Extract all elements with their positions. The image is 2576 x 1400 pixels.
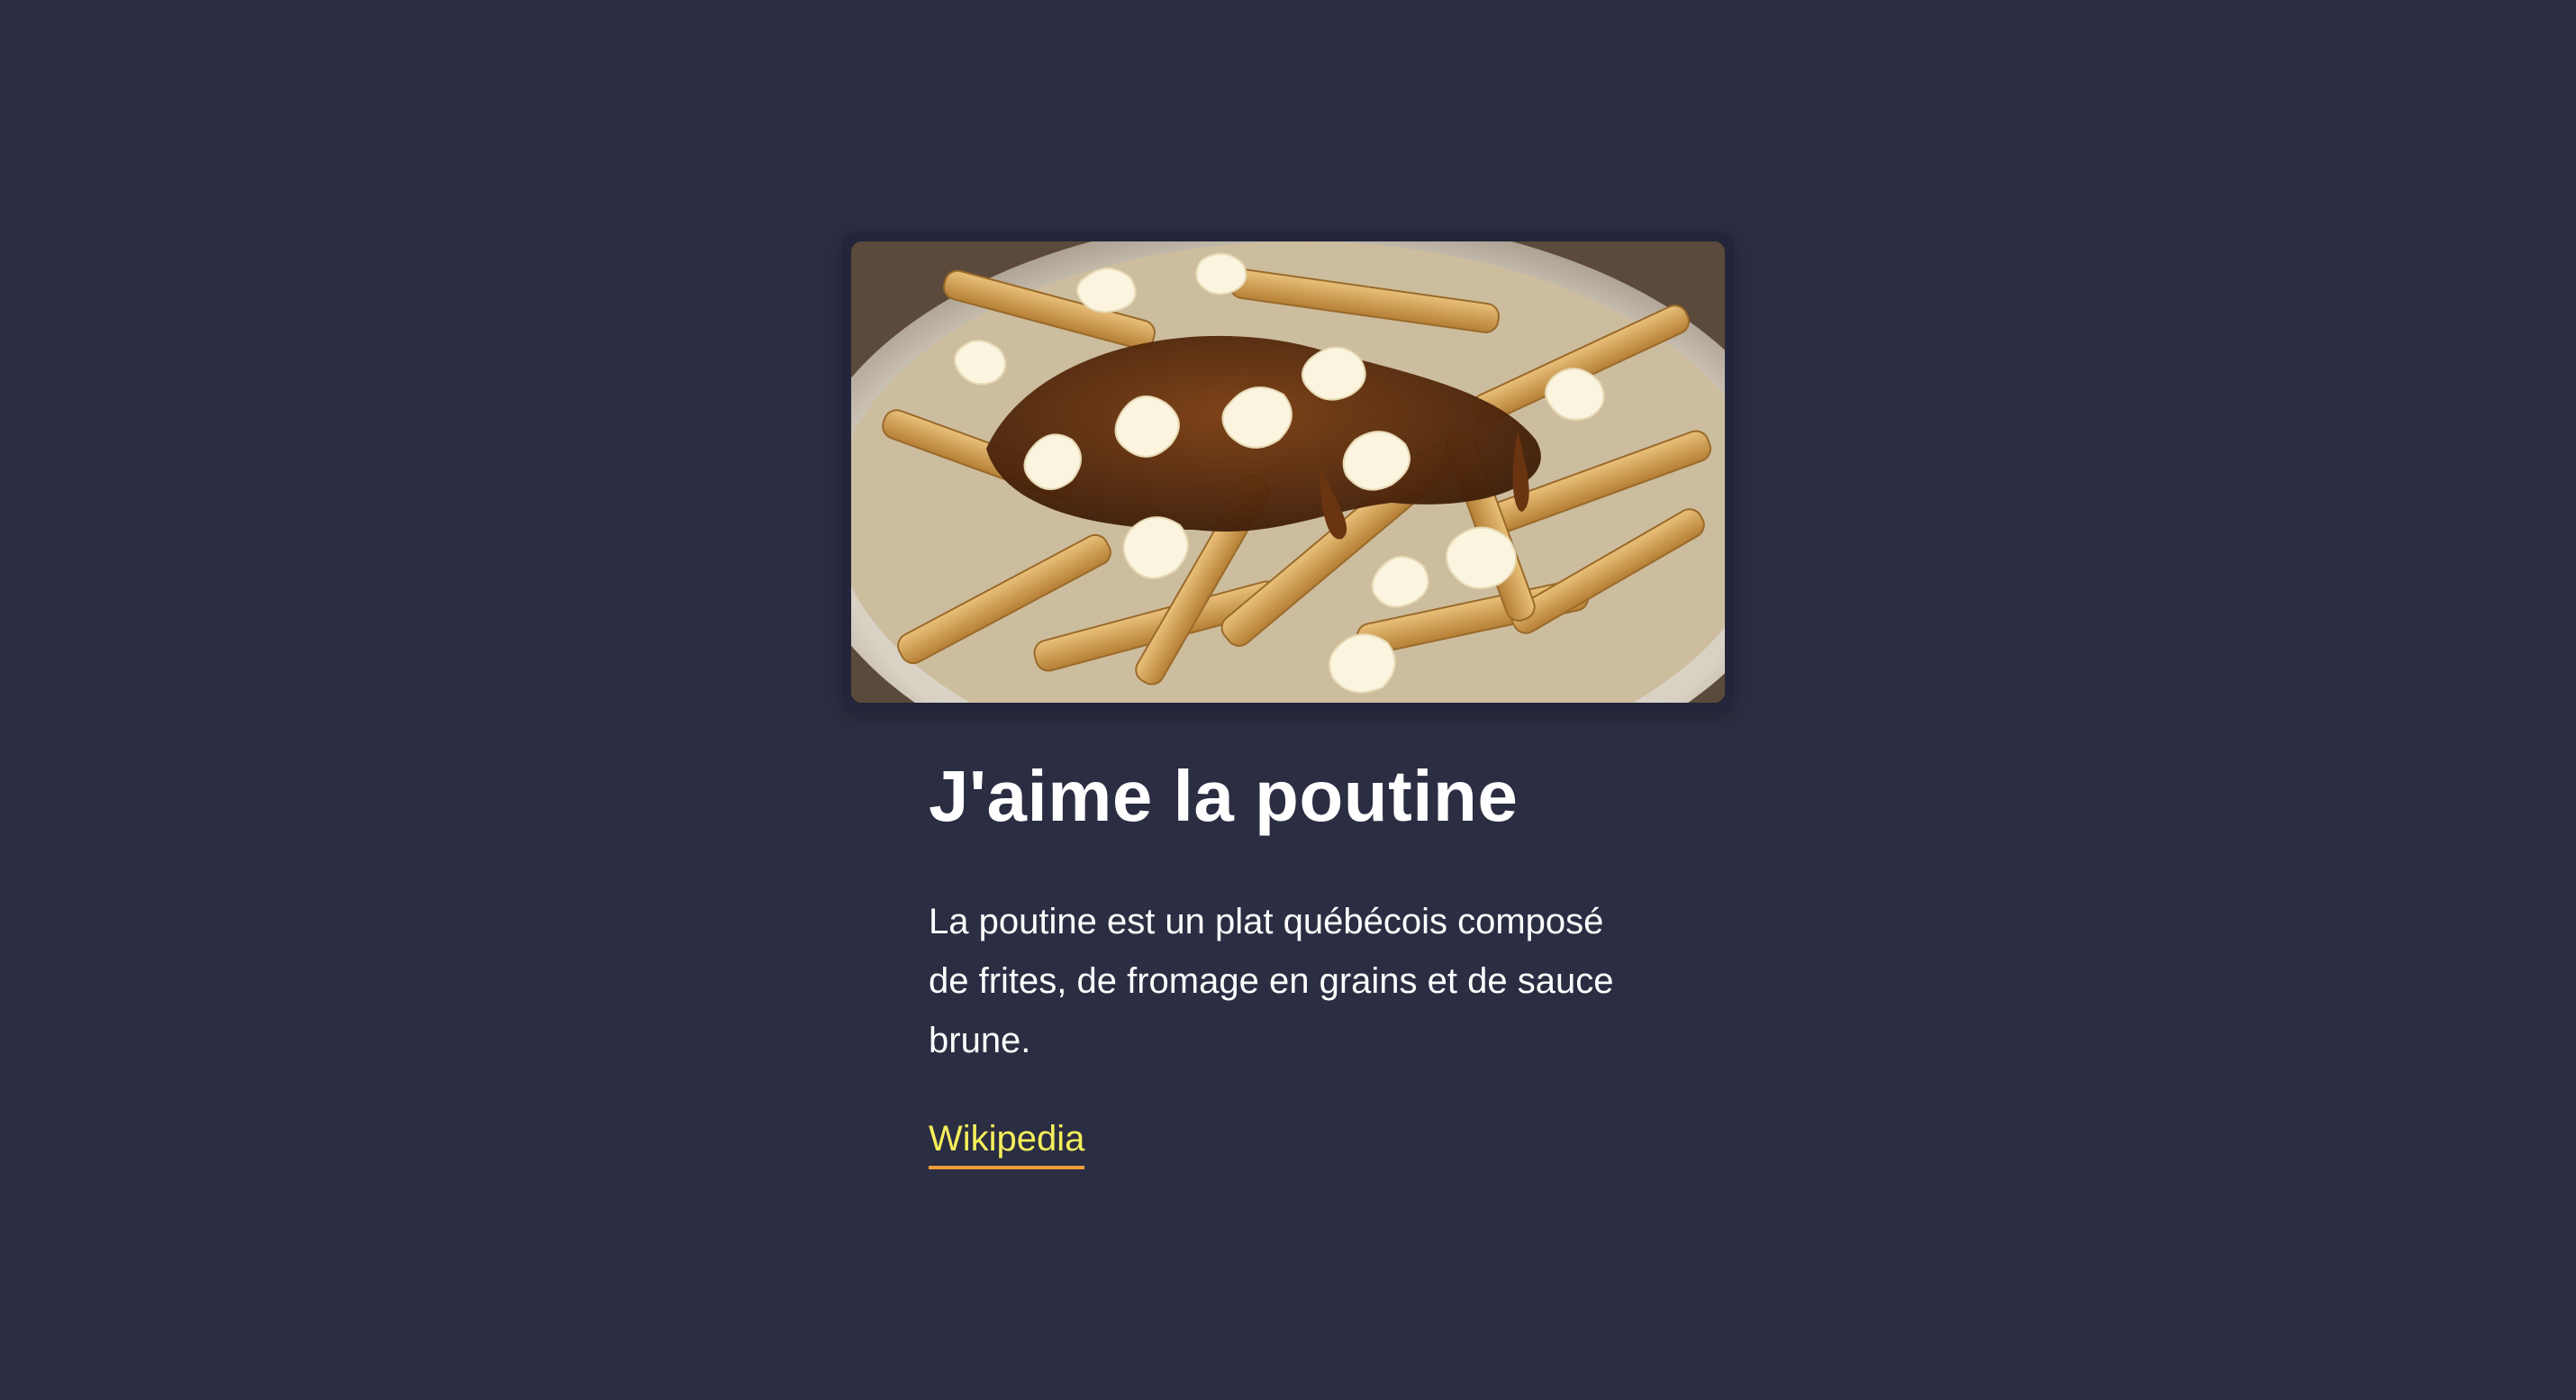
page-title: J'aime la poutine (929, 756, 1519, 836)
poutine-card: J'aime la poutine La poutine est un plat… (842, 232, 1734, 1169)
card-content: J'aime la poutine La poutine est un plat… (929, 755, 1649, 1169)
wikipedia-link[interactable]: Wikipedia (929, 1115, 1085, 1169)
image-frame (842, 232, 1734, 712)
poutine-illustration (851, 241, 1725, 703)
poutine-photo (851, 241, 1725, 703)
description-text: La poutine est un plat québécois composé… (929, 902, 1614, 1060)
